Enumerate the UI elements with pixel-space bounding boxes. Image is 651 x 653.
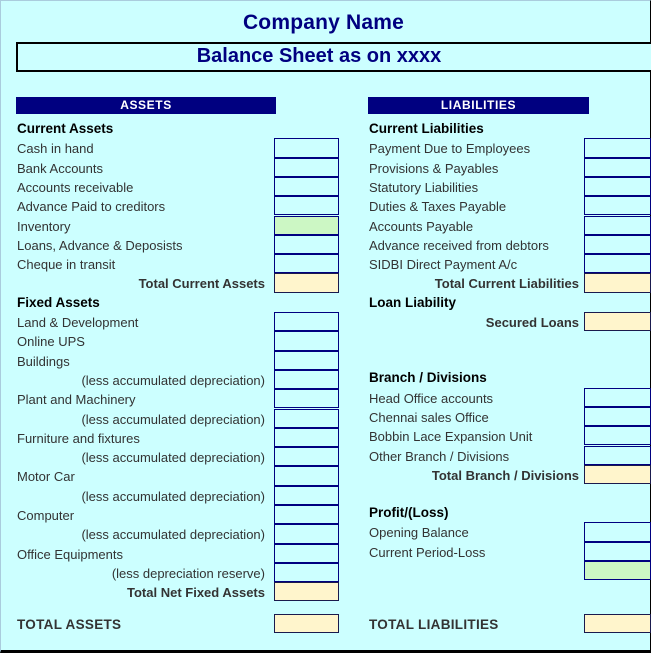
value-cell-sidbi-direct-payment-a-c[interactable] xyxy=(584,254,651,274)
value-cell-duties-taxes-payable[interactable] xyxy=(584,196,651,216)
value-cell-statutory-liabilities[interactable] xyxy=(584,176,651,197)
value-cell-office-equipments[interactable] xyxy=(274,543,339,563)
row-label-total-current-assets: Total Current Assets xyxy=(138,276,265,292)
value-cell-computer[interactable] xyxy=(274,505,339,525)
row-label-less-depreciation-reserve: (less depreciation reserve) xyxy=(111,565,265,581)
group-title-profit-loss: Profit/(Loss) xyxy=(369,505,449,521)
value-cell-bobbin-lace-expansion-unit[interactable] xyxy=(584,426,651,446)
row-label-total-net-fixed-assets: Total Net Fixed Assets xyxy=(127,585,265,601)
grand-total-cell-total-assets[interactable] xyxy=(274,614,339,634)
value-cell-less-accumulated-depreciation[interactable] xyxy=(274,485,339,505)
value-cell-advance-paid-to-creditors[interactable] xyxy=(274,196,339,216)
row-label-total-current-liabilities: Total Current Liabilities xyxy=(434,276,579,292)
value-cell-bank-accounts[interactable] xyxy=(274,157,339,177)
row-label-online-ups: Online UPS xyxy=(17,334,85,350)
row-label-duties-taxes-payable: Duties & Taxes Payable xyxy=(369,199,507,215)
row-label-total-branch-divisions: Total Branch / Divisions xyxy=(431,467,579,483)
value-cell-liabilities-row-3-2[interactable] xyxy=(584,561,651,581)
value-cell-online-ups[interactable] xyxy=(274,331,339,351)
row-label-less-accumulated-depreciation: (less accumulated depreciation) xyxy=(81,372,265,388)
row-label-statutory-liabilities: Statutory Liabilities xyxy=(369,179,479,195)
value-cell-cash-in-hand[interactable] xyxy=(274,138,339,158)
row-label-inventory: Inventory xyxy=(17,218,71,234)
balance-sheet-subtitle: Balance Sheet as on xxxx xyxy=(196,45,442,67)
grand-total-label-total-assets: TOTAL ASSETS xyxy=(17,617,122,632)
row-label-less-accumulated-depreciation: (less accumulated depreciation) xyxy=(81,527,265,543)
value-cell-motor-car[interactable] xyxy=(274,466,339,486)
value-cell-head-office-accounts[interactable] xyxy=(584,387,651,407)
value-cell-inventory[interactable] xyxy=(274,215,339,235)
row-label-office-equipments: Office Equipments xyxy=(17,546,123,562)
value-cell-accounts-receivable[interactable] xyxy=(274,176,339,197)
row-label-plant-and-machinery: Plant and Machinery xyxy=(17,392,136,408)
row-label-other-branch-divisions: Other Branch / Divisions xyxy=(369,448,510,464)
value-cell-current-period-loss[interactable] xyxy=(584,541,651,561)
row-label-less-accumulated-depreciation: (less accumulated depreciation) xyxy=(81,488,265,504)
row-label-opening-balance: Opening Balance xyxy=(369,525,469,541)
row-label-cash-in-hand: Cash in hand xyxy=(17,141,94,157)
group-title-current-assets: Current Assets xyxy=(17,121,114,136)
row-label-current-period-loss: Current Period-Loss xyxy=(369,544,486,560)
group-title-branch-divisions: Branch / Divisions xyxy=(369,370,487,386)
value-cell-other-branch-divisions[interactable] xyxy=(584,445,651,465)
grand-total-label-total-liabilities: TOTAL LIABILITIES xyxy=(369,617,499,632)
row-label-chennai-sales-office: Chennai sales Office xyxy=(369,409,489,425)
row-label-advance-paid-to-creditors: Advance Paid to creditors xyxy=(17,199,166,215)
value-cell-less-accumulated-depreciation[interactable] xyxy=(274,369,339,390)
row-label-motor-car: Motor Car xyxy=(17,469,75,485)
value-cell-total-current-liabilities[interactable] xyxy=(584,273,651,293)
value-cell-less-accumulated-depreciation[interactable] xyxy=(274,447,339,467)
row-label-accounts-receivable: Accounts receivable xyxy=(17,179,134,195)
value-cell-secured-loans[interactable] xyxy=(584,312,651,332)
value-cell-land-development[interactable] xyxy=(274,312,339,332)
value-cell-advance-received-from-debtors[interactable] xyxy=(584,234,651,255)
value-cell-opening-balance[interactable] xyxy=(584,522,651,542)
row-label-less-accumulated-depreciation: (less accumulated depreciation) xyxy=(81,411,265,427)
row-label-head-office-accounts: Head Office accounts xyxy=(369,390,494,406)
row-label-bobbin-lace-expansion-unit: Bobbin Lace Expansion Unit xyxy=(369,429,533,445)
row-label-buildings: Buildings xyxy=(17,353,70,369)
row-label-computer: Computer xyxy=(17,508,75,523)
company-name-title: Company Name xyxy=(242,11,405,34)
group-title-current-liabilities: Current Liabilities xyxy=(369,121,484,136)
value-cell-total-current-assets[interactable] xyxy=(274,273,339,293)
row-label-secured-loans: Secured Loans xyxy=(485,315,579,330)
value-cell-buildings[interactable] xyxy=(274,350,339,370)
group-title-fixed-assets: Fixed Assets xyxy=(17,294,100,310)
row-label-bank-accounts: Bank Accounts xyxy=(17,160,103,176)
value-cell-accounts-payable[interactable] xyxy=(584,215,651,235)
value-cell-less-accumulated-depreciation[interactable] xyxy=(274,408,339,428)
liabilities-section-header: LIABILITIES xyxy=(368,97,589,114)
row-label-cheque-in-transit: Cheque in transit xyxy=(17,257,116,273)
row-label-accounts-payable: Accounts Payable xyxy=(369,218,474,234)
balance-sheet-page: Company Name Balance Sheet as on xxxx AS… xyxy=(0,0,651,653)
value-cell-plant-and-machinery[interactable] xyxy=(274,389,339,409)
row-label-loans-advance-deposists: Loans, Advance & Deposists xyxy=(17,237,183,253)
value-cell-furniture-and-fixtures[interactable] xyxy=(274,427,339,448)
row-label-sidbi-direct-payment-a-c: SIDBI Direct Payment A/c xyxy=(369,257,518,273)
value-cell-total-net-fixed-assets[interactable] xyxy=(274,582,339,602)
value-cell-payment-due-to-employees[interactable] xyxy=(584,138,651,158)
row-label-payment-due-to-employees: Payment Due to Employees xyxy=(369,141,531,157)
value-cell-provisions-payables[interactable] xyxy=(584,157,651,177)
value-cell-cheque-in-transit[interactable] xyxy=(274,254,339,274)
row-label-land-development: Land & Development xyxy=(17,315,139,330)
value-cell-less-depreciation-reserve[interactable] xyxy=(274,562,339,583)
value-cell-less-accumulated-depreciation[interactable] xyxy=(274,524,339,544)
value-cell-total-branch-divisions[interactable] xyxy=(584,464,651,485)
row-label-less-accumulated-depreciation: (less accumulated depreciation) xyxy=(81,450,265,466)
grand-total-cell-total-liabilities[interactable] xyxy=(584,614,651,634)
value-cell-chennai-sales-office[interactable] xyxy=(584,406,651,427)
row-label-furniture-and-fixtures: Furniture and fixtures xyxy=(17,430,140,446)
row-label-provisions-payables: Provisions & Payables xyxy=(369,160,499,176)
value-cell-loans-advance-deposists[interactable] xyxy=(274,234,339,255)
row-label-advance-received-from-debtors: Advance received from debtors xyxy=(369,237,549,253)
group-title-loan-liability: Loan Liability xyxy=(369,294,457,310)
assets-section-header: ASSETS xyxy=(16,97,276,114)
